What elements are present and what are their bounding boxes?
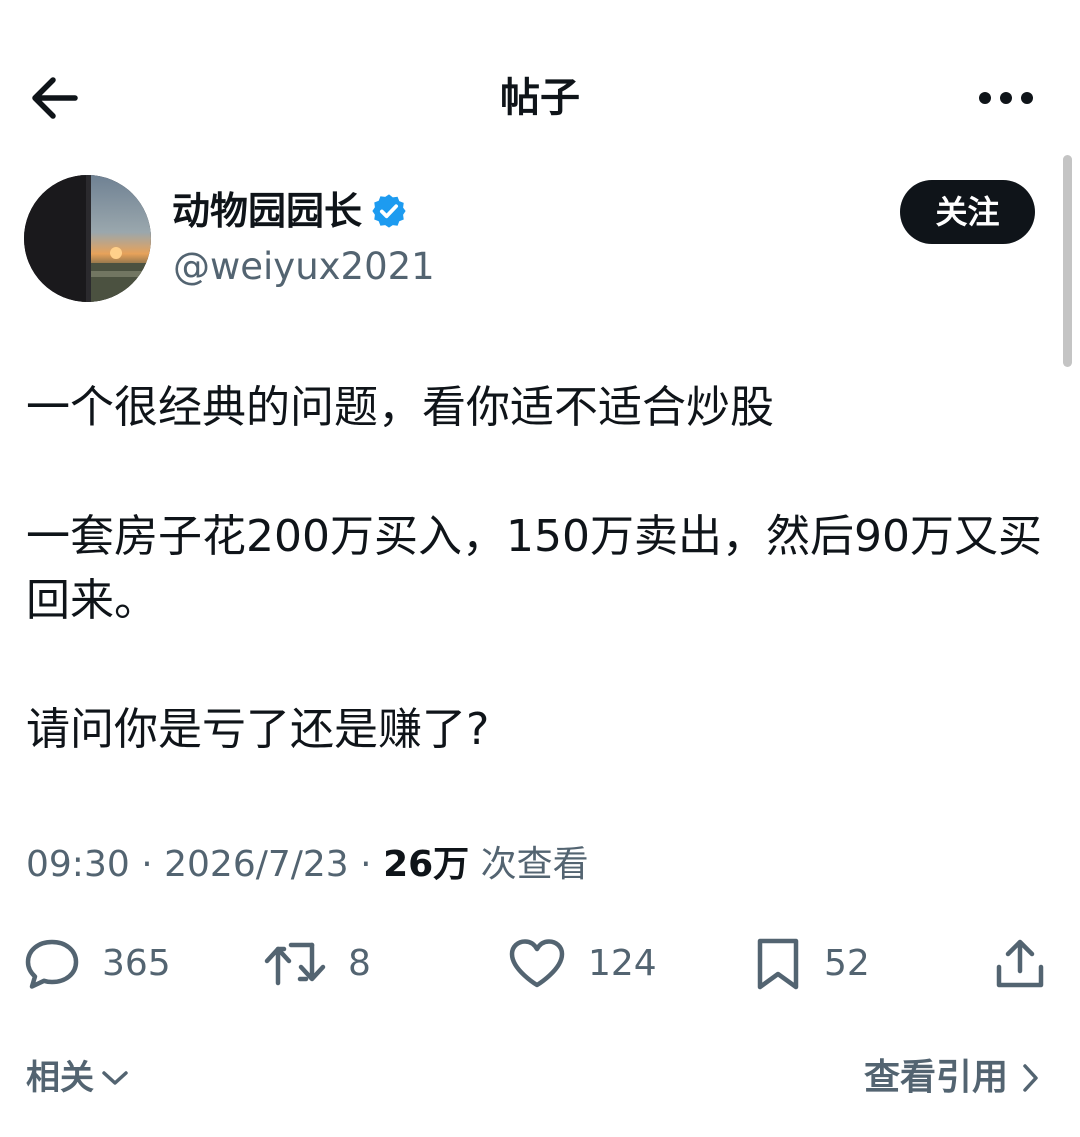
post-date[interactable]: 2026/7/23	[164, 844, 349, 885]
post-paragraph: 一个很经典的问题，看你适不适合炒股	[26, 382, 774, 433]
post-paragraph: 请问你是亏了还是赚了?	[26, 704, 490, 755]
repost-button[interactable]: 8	[264, 934, 371, 994]
related-dropdown[interactable]: 相关	[26, 1054, 130, 1102]
meta-separator: ·	[141, 844, 153, 885]
post-time[interactable]: 09:30	[26, 844, 130, 885]
more-options-button[interactable]	[968, 72, 1044, 124]
views-label: 次查看	[480, 844, 589, 885]
meta-separator: ·	[360, 844, 372, 885]
view-quotes-link[interactable]: 查看引用	[864, 1054, 1042, 1102]
bookmark-button[interactable]: 52	[754, 934, 870, 994]
like-count: 124	[588, 943, 657, 984]
share-button[interactable]	[994, 934, 1046, 994]
avatar-image	[24, 175, 151, 302]
more-horizontal-icon	[979, 92, 1033, 104]
bookmark-icon	[757, 938, 799, 990]
author-handle[interactable]: @weiyux2021	[173, 243, 435, 291]
scrollbar[interactable]	[1063, 155, 1072, 367]
follow-button[interactable]: 关注	[900, 180, 1035, 244]
post-text: 一个很经典的问题，看你适不适合炒股 一套房子花200万买入，150万卖出，然后9…	[26, 376, 1056, 762]
like-button[interactable]: 124	[508, 934, 657, 994]
heart-icon	[509, 939, 565, 988]
display-name[interactable]: 动物园园长	[172, 186, 362, 236]
post-meta: 09:30 · 2026/7/23 · 26万 次查看	[26, 838, 589, 892]
reply-button[interactable]: 365	[24, 934, 171, 994]
reply-icon	[25, 939, 79, 989]
chevron-right-icon	[1023, 1064, 1038, 1092]
repost-icon	[264, 942, 326, 986]
reply-count: 365	[102, 943, 171, 984]
related-label: 相关	[26, 1058, 94, 1098]
avatar[interactable]	[24, 175, 151, 302]
verified-badge-icon	[372, 194, 406, 228]
share-icon	[996, 939, 1044, 988]
author-name-row: 动物园园长	[172, 186, 408, 236]
bookmark-count: 52	[824, 943, 870, 984]
quotes-label: 查看引用	[864, 1057, 1009, 1098]
page-title: 帖子	[500, 75, 580, 121]
chevron-down-icon	[102, 1071, 128, 1085]
repost-count: 8	[348, 943, 371, 984]
post-paragraph: 一套房子花200万买入，150万卖出，然后90万又买回来。	[26, 511, 1042, 626]
views-count: 26万	[383, 844, 470, 885]
